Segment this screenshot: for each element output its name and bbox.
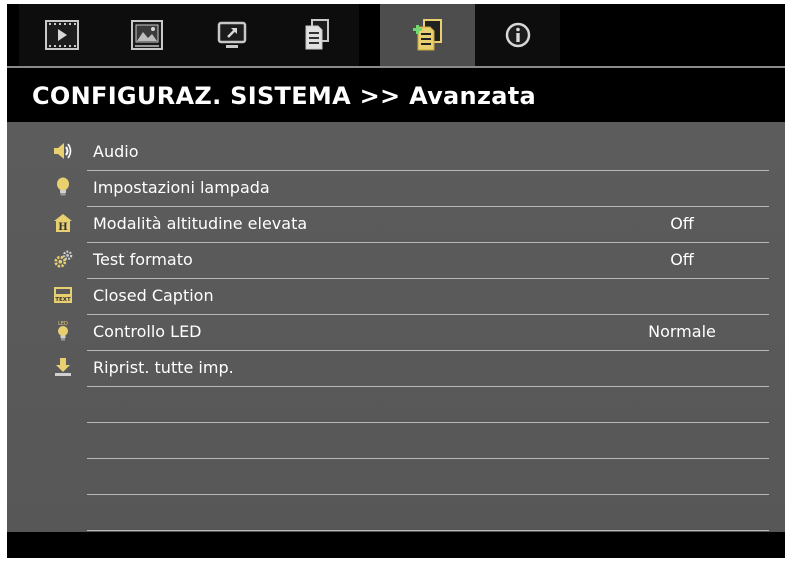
empty-row xyxy=(87,422,769,459)
menu-item-lamp-settings[interactable]: Impostazioni lampada xyxy=(57,170,769,207)
menu-item-led-control[interactable]: LED Controllo LED Normale xyxy=(58,314,769,351)
osd-menu: CONFIGURAZ. SISTEMA >> Avanzata Audio Im… xyxy=(7,4,785,558)
menu-panel: Audio Impostazioni lampada H Modalità al… xyxy=(7,122,785,532)
reset-download-icon xyxy=(53,357,73,377)
menu-item-value: Off xyxy=(670,250,694,269)
menu-item-value: Normale xyxy=(648,322,716,341)
svg-text:H: H xyxy=(58,222,67,233)
menu-item-reset-all[interactable]: Riprist. tutte imp. xyxy=(55,350,769,387)
menu-item-value: Off xyxy=(670,214,694,233)
menu-item-closed-caption[interactable]: TEXT Closed Caption xyxy=(54,278,769,315)
tab-display[interactable] xyxy=(189,4,274,66)
tab-info[interactable] xyxy=(475,4,560,66)
menu-item-label: Test formato xyxy=(93,250,193,269)
display-icon xyxy=(217,20,247,50)
footer-bar xyxy=(7,532,785,558)
empty-row xyxy=(87,494,769,531)
tab-system-advanced[interactable] xyxy=(380,4,475,66)
page-title: CONFIGURAZ. SISTEMA >> Avanzata xyxy=(32,82,536,110)
document-icon xyxy=(303,19,331,51)
picture-icon xyxy=(130,20,163,50)
menu-item-label: Controllo LED xyxy=(93,322,202,341)
system-settings-icon xyxy=(412,18,444,52)
menu-item-label: Audio xyxy=(93,142,139,161)
menu-item-label: Riprist. tutte imp. xyxy=(93,358,234,377)
high-altitude-icon: H xyxy=(53,213,73,233)
tab-bar xyxy=(7,4,785,66)
empty-row xyxy=(87,386,769,423)
test-pattern-gears-icon xyxy=(53,249,73,269)
info-icon xyxy=(505,22,531,48)
menu-item-test-pattern[interactable]: Test formato Off xyxy=(54,242,769,279)
menu-item-label: Modalità altitudine elevata xyxy=(93,214,308,233)
menu-item-label: Impostazioni lampada xyxy=(93,178,270,197)
empty-row xyxy=(87,458,769,495)
closed-caption-text-icon: TEXT xyxy=(53,285,73,305)
lamp-bulb-icon xyxy=(53,177,73,197)
menu-item-high-altitude[interactable]: H Modalità altitudine elevata Off xyxy=(54,206,769,243)
tab-display-source[interactable] xyxy=(19,4,104,66)
menu-item-audio[interactable]: Audio xyxy=(54,134,769,171)
film-play-icon xyxy=(44,20,79,50)
menu-item-label: Closed Caption xyxy=(93,286,214,305)
speaker-icon xyxy=(53,141,73,161)
svg-text:TEXT: TEXT xyxy=(55,297,71,303)
tab-picture[interactable] xyxy=(104,4,189,66)
led-bulb-icon: LED xyxy=(53,321,73,341)
tab-system-settings[interactable] xyxy=(274,4,359,66)
title-bar: CONFIGURAZ. SISTEMA >> Avanzata xyxy=(7,66,785,122)
